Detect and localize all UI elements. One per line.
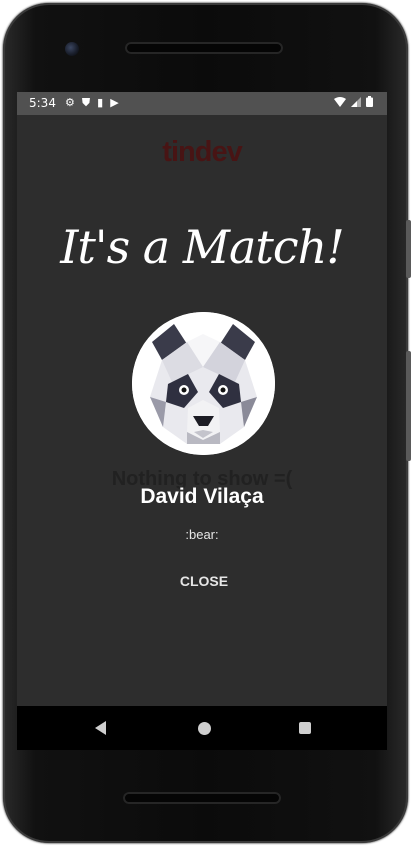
back-button[interactable] (89, 717, 111, 739)
wifi-icon (334, 96, 346, 110)
back-icon (94, 721, 106, 735)
front-camera (65, 42, 79, 56)
cell-signal-icon (351, 96, 361, 110)
match-overlay: It's a Match! David Vilaça:bear: CLOSE (17, 115, 387, 706)
recent-apps-button[interactable] (294, 717, 316, 739)
avatar (132, 312, 275, 455)
battery-icon (366, 96, 373, 110)
system-icons (334, 96, 373, 110)
match-title: It's a Match! (60, 220, 344, 274)
volume-button (406, 351, 411, 461)
home-icon (197, 721, 211, 735)
gear-icon: ⚙ (65, 96, 75, 109)
match-user-name: David Vilaça (140, 485, 264, 508)
play-store-icon: ▶ (110, 96, 119, 109)
navigation-bar (17, 706, 387, 750)
screen: 5:34 ⚙ ⛊ ▮ ▶ tindev Nothing to show =( I… (17, 92, 387, 706)
bottom-speaker (123, 792, 281, 804)
shield-icon: ⛊ (81, 96, 91, 109)
notification-icons: ⚙ ⛊ ▮ ▶ (65, 96, 119, 110)
top-speaker (125, 42, 283, 54)
sd-card-icon: ▮ (97, 96, 104, 109)
close-button[interactable]: CLOSE (157, 566, 251, 596)
status-bar: 5:34 ⚙ ⛊ ▮ ▶ (17, 92, 387, 115)
home-button[interactable] (193, 717, 215, 739)
match-user-bio: :bear: (185, 527, 219, 542)
power-button (406, 220, 411, 278)
status-time: 5:34 (29, 96, 56, 110)
recent-apps-icon (299, 722, 311, 734)
panda-avatar-image (132, 312, 275, 455)
